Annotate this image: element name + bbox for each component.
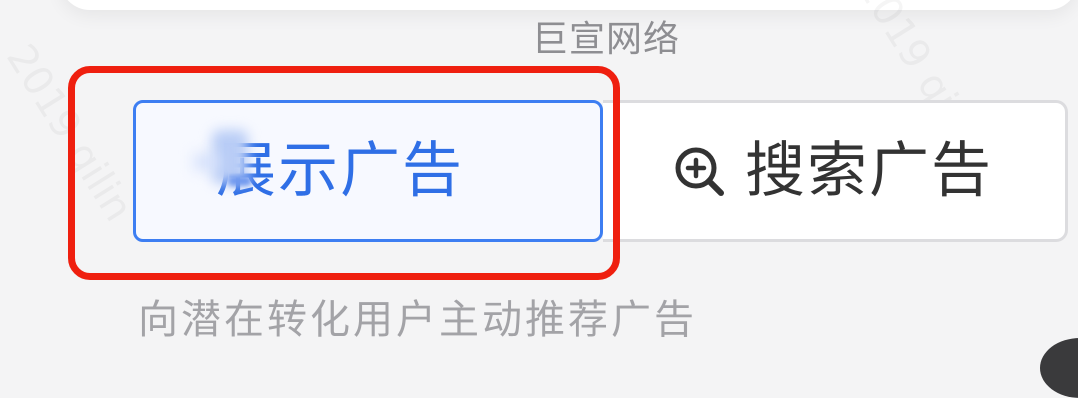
tab-search-ads[interactable]: 搜索广告 xyxy=(603,100,1068,242)
tab-description: 向潜在转化用户主动推荐广告 xyxy=(138,297,697,343)
corner-overlay xyxy=(1040,338,1078,398)
highlight-annotation-frame xyxy=(68,66,620,280)
tab-search-ads-label: 搜索广告 xyxy=(745,136,993,206)
brand-name: 巨宣网络 xyxy=(532,19,681,60)
zoom-search-icon xyxy=(671,143,727,199)
top-panel-edge xyxy=(60,0,1078,10)
